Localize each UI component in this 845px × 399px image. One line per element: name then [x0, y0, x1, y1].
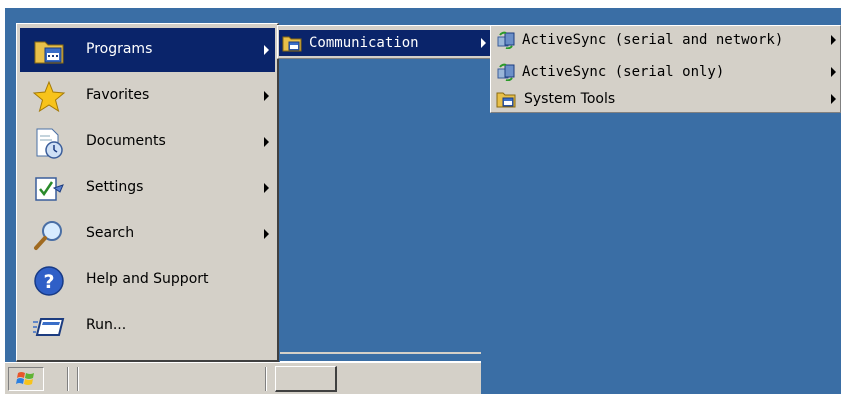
start-item-settings[interactable]: Settings	[20, 166, 275, 210]
taskbar-top-edge	[280, 352, 481, 362]
submenu-arrow-icon	[264, 45, 269, 55]
documents-icon	[32, 126, 66, 160]
help-icon: ?	[32, 264, 66, 298]
settings-icon	[32, 172, 66, 206]
taskbar-window-button[interactable]	[275, 366, 337, 392]
start-item-help-and-support[interactable]: ? Help and Support	[20, 258, 275, 302]
submenu-arrow-icon	[264, 183, 269, 193]
submenu-arrow-icon	[264, 229, 269, 239]
program-group-icon	[496, 90, 516, 108]
start-item-documents[interactable]: Documents	[20, 120, 275, 164]
programs-folder-icon	[32, 34, 66, 68]
submenu-arrow-icon	[831, 67, 836, 77]
svg-text:?: ?	[43, 271, 54, 293]
programs-submenu: Communication	[277, 25, 492, 59]
start-item-run[interactable]: Run...	[20, 304, 275, 348]
start-item-favorites[interactable]: Favorites	[20, 74, 275, 118]
submenu-item-communication[interactable]: Communication	[279, 30, 491, 56]
start-item-search[interactable]: Search	[20, 212, 275, 256]
start-item-label: Search	[86, 225, 135, 241]
submenu-item-label: ActiveSync (serial only)	[522, 64, 725, 80]
start-item-label: Help and Support	[86, 271, 209, 287]
start-item-label: Settings	[86, 179, 144, 195]
submenu-arrow-icon	[264, 91, 269, 101]
start-item-label: Run...	[86, 317, 127, 333]
submenu-arrow-icon	[264, 137, 269, 147]
desktop: Programs Favorites Documents Settings Se…	[0, 0, 845, 399]
submenu-item-label: System Tools	[524, 91, 616, 107]
start-menu: Programs Favorites Documents Settings Se…	[16, 23, 279, 362]
submenu-item-system-tools[interactable]: System Tools	[492, 86, 840, 112]
taskbar-separator	[265, 367, 267, 391]
submenu-item-label: ActiveSync (serial and network)	[522, 32, 784, 48]
favorites-star-icon	[32, 80, 66, 114]
activesync-icon	[496, 31, 516, 50]
start-button[interactable]	[8, 367, 44, 391]
submenu-item-label: Communication	[309, 35, 419, 51]
taskbar	[5, 362, 481, 394]
submenu-arrow-icon	[481, 38, 486, 48]
submenu-arrow-icon	[831, 94, 836, 104]
run-icon	[32, 310, 66, 344]
submenu-item-activesync-serial-and-network[interactable]: ActiveSync (serial and network)	[492, 27, 840, 53]
start-item-label: Documents	[86, 133, 166, 149]
taskbar-separator	[77, 367, 79, 391]
start-item-label: Favorites	[86, 87, 150, 103]
activesync-icon	[496, 63, 516, 82]
start-item-programs[interactable]: Programs	[20, 28, 275, 72]
program-group-icon	[282, 34, 302, 52]
taskbar-separator	[67, 367, 69, 391]
communication-submenu: ActiveSync (serial and network) ActiveSy…	[490, 25, 841, 113]
start-item-label: Programs	[86, 41, 153, 57]
search-magnifier-icon	[32, 218, 66, 252]
submenu-item-activesync-serial-only[interactable]: ActiveSync (serial only)	[492, 59, 840, 85]
submenu-arrow-icon	[831, 35, 836, 45]
